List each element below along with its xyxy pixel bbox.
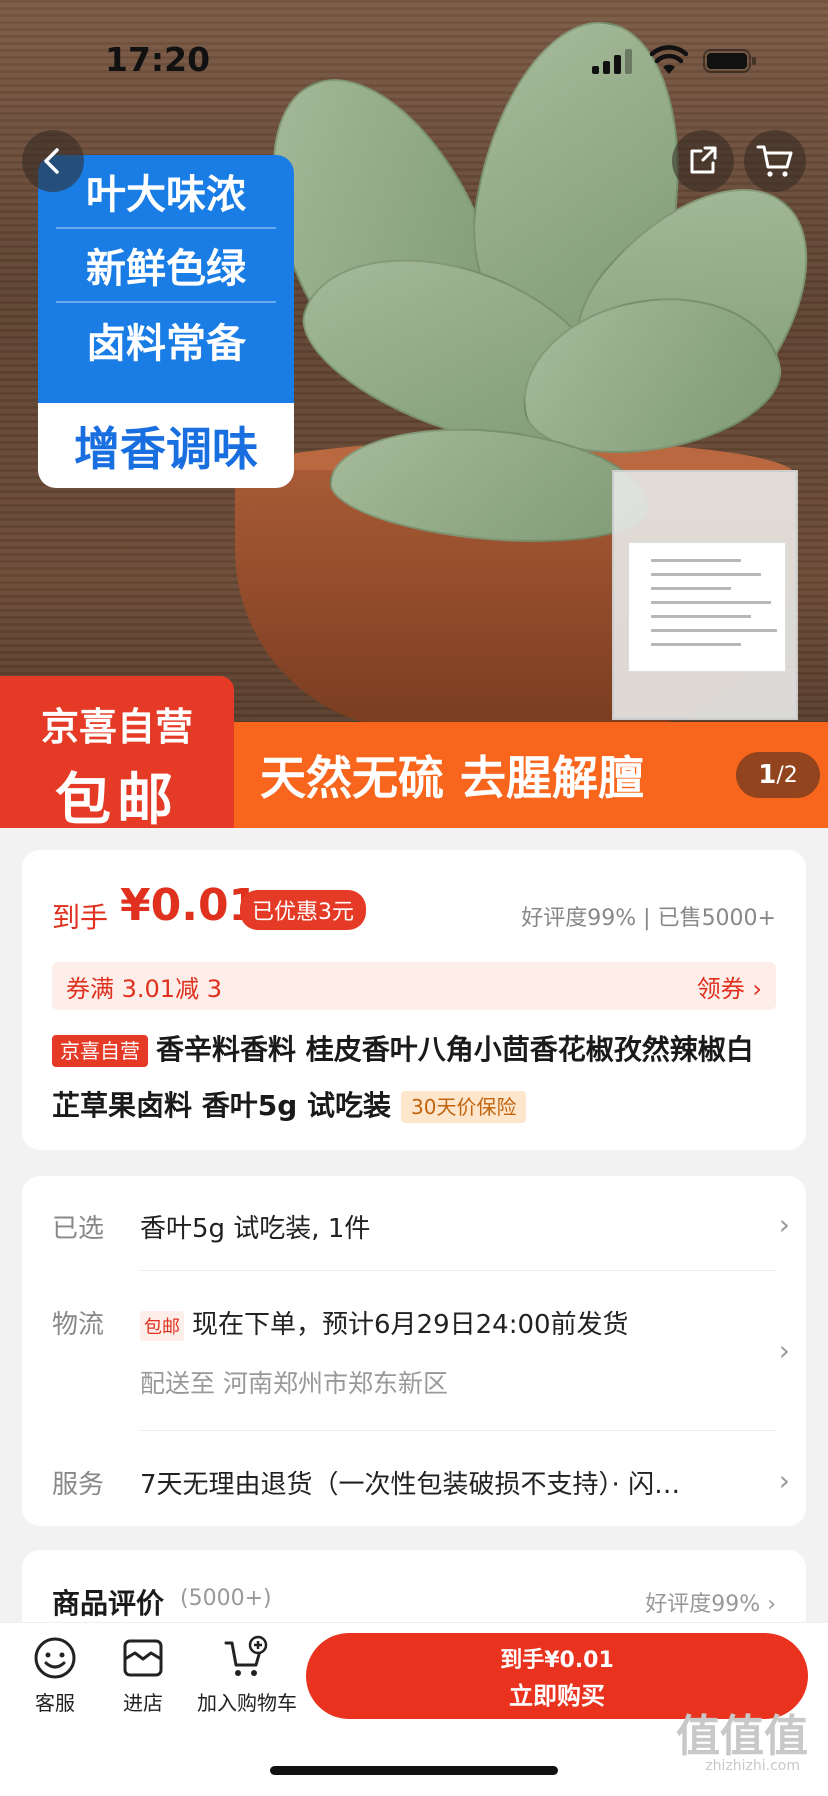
share-button[interactable]	[672, 130, 734, 192]
add-cart-icon	[224, 1635, 268, 1676]
review-count: (5000+)	[180, 1586, 272, 1611]
pager-current: 1	[758, 760, 777, 790]
ship-estimate: 现在下单，预计6月29日24:00前发货	[192, 1310, 629, 1340]
feature-badge: 叶大味浓 新鲜色绿 卤料常备	[38, 155, 294, 403]
promo-store-label: 京喜自营	[40, 705, 193, 749]
divider	[140, 1430, 776, 1431]
add-to-cart-label: 加入购物车	[197, 1691, 297, 1715]
divider	[140, 1270, 776, 1271]
watermark-url: zhizhizhi.com	[705, 1758, 800, 1774]
jingxi-promo-badge: 京喜自营 包邮	[0, 676, 234, 828]
chevron-right-icon: ›	[778, 1334, 790, 1367]
chevron-left-icon	[44, 148, 59, 174]
feature-line: 新鲜色绿	[56, 229, 276, 303]
chevron-right-icon: ›	[778, 1464, 790, 1497]
feature-highlight: 增香调味	[38, 403, 294, 488]
buy-price: 到手¥0.01	[500, 1647, 614, 1673]
chevron-right-icon: ›	[778, 1208, 790, 1241]
add-to-cart-button[interactable]: 加入购物车	[192, 1635, 302, 1716]
image-pager: 1/2	[736, 752, 820, 798]
logistics-label: 物流	[52, 1310, 105, 1340]
promo-free-shipping: 包邮	[55, 768, 179, 828]
store-tag: 京喜自营	[52, 1035, 148, 1067]
price-value: ¥0.01	[120, 880, 260, 931]
home-indicator[interactable]	[270, 1766, 558, 1775]
service-value: 7天无理由退货（一次性包装破损不支持）· 闪…	[140, 1470, 681, 1500]
package-label	[628, 542, 786, 672]
store-button[interactable]: 进店	[88, 1635, 198, 1716]
smiley-chat-icon	[34, 1637, 76, 1679]
share-icon	[690, 146, 717, 174]
review-rate-link[interactable]: 好评度99% ›	[645, 1586, 776, 1618]
coupon-text: 券满 3.01减 3	[66, 974, 222, 1003]
battery-icon	[703, 49, 756, 73]
shopping-cart-icon	[756, 145, 793, 177]
signal-icon	[592, 49, 632, 74]
status-bar: 17:20	[0, 0, 828, 120]
discount-badge: 已优惠3元	[240, 890, 366, 930]
coupon-bar[interactable]: 券满 3.01减 3 领券 ›	[52, 962, 776, 1010]
watermark: 值值值	[676, 1711, 808, 1762]
service-label: 服务	[52, 1470, 105, 1500]
review-title: 商品评价	[52, 1587, 165, 1620]
product-image-carousel[interactable]: 叶大味浓 新鲜色绿 卤料常备 增香调味 京喜自营 包邮 天然无硫 去腥解膻 1/…	[0, 0, 828, 828]
sample-package-image	[612, 470, 798, 720]
product-title: 京喜自营 香辛料香料 桂皮香叶八角小茴香花椒孜然辣椒白芷草果卤料 香叶5g 试吃装…	[52, 1022, 776, 1134]
logistics-row[interactable]: 物流 包邮 现在下单，预计6月29日24:00前发货 配送至 河南郑州市郑东新区 …	[22, 1272, 806, 1432]
price-label: 到手	[52, 901, 109, 934]
service-row[interactable]: 服务 7天无理由退货（一次性包装破损不支持）· 闪… ›	[22, 1432, 806, 1526]
price-protection-tag[interactable]: 30天价保险	[401, 1091, 527, 1123]
store-label: 进店	[123, 1691, 163, 1715]
logistics-value: 包邮 现在下单，预计6月29日24:00前发货	[140, 1304, 629, 1341]
free-shipping-tag: 包邮	[140, 1310, 184, 1341]
price-card: 到手 ¥0.01 已优惠3元 好评度99% | 已售5000+ 券满 3.01减…	[22, 850, 806, 1150]
claim-coupon-link[interactable]: 领券 ›	[697, 969, 762, 1004]
wifi-icon	[650, 45, 688, 74]
selected-value: 香叶5g 试吃装, 1件	[140, 1214, 371, 1244]
rating-sales: 好评度99% | 已售5000+	[521, 906, 776, 931]
status-time: 17:20	[105, 40, 211, 79]
pager-total: /2	[776, 762, 798, 788]
delivery-address: 配送至 河南郑州市郑东新区	[140, 1369, 448, 1398]
selected-spec-row[interactable]: 已选 香叶5g 试吃装, 1件 ›	[22, 1176, 806, 1276]
cart-button[interactable]	[744, 130, 806, 192]
back-button[interactable]	[22, 130, 84, 192]
selected-label: 已选	[52, 1214, 105, 1244]
feature-line: 叶大味浓	[56, 155, 276, 229]
store-icon	[123, 1639, 163, 1677]
feature-line: 卤料常备	[86, 321, 246, 367]
order-info-card: 已选 香叶5g 试吃装, 1件 › 物流 包邮 现在下单，预计6月29日24:00…	[22, 1176, 806, 1526]
